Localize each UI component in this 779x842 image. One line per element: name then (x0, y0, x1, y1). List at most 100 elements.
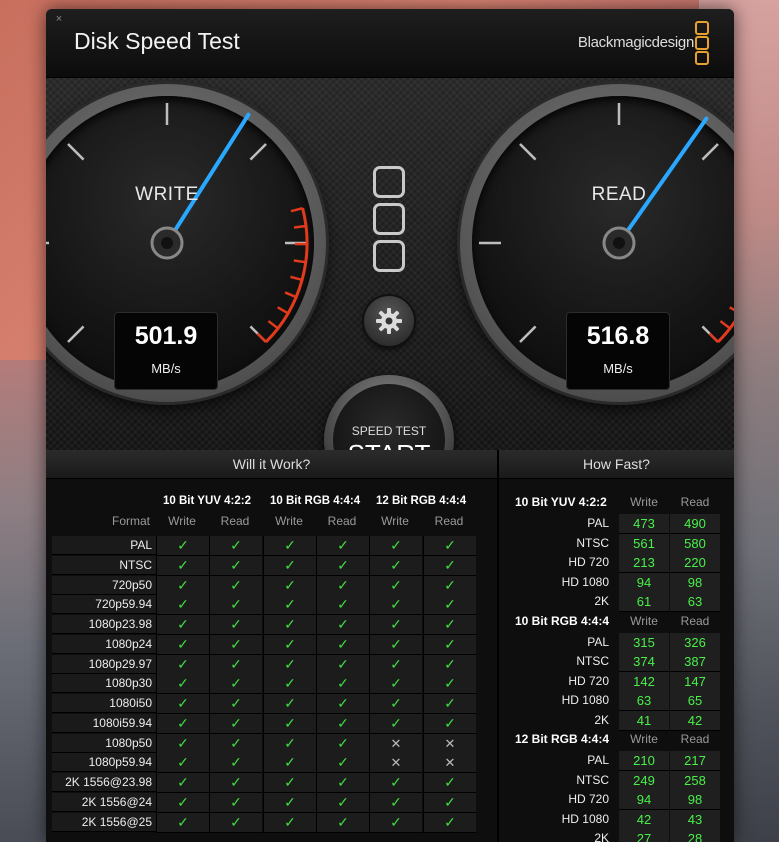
format-label: 1080p30 (52, 674, 156, 694)
gauge-redline-tick (719, 320, 731, 330)
format-label: 1080p24 (52, 634, 156, 654)
check-icon: ✓ (423, 536, 476, 556)
write-column-header: Write (630, 613, 658, 628)
check-icon: ✓ (156, 634, 209, 655)
write-column-header: Write (630, 495, 658, 509)
write-gauge-label: WRITE (135, 184, 199, 205)
read-speed-cell: 490 (670, 514, 720, 534)
check-icon: ✓ (263, 694, 316, 714)
check-icon: ✓ (369, 713, 422, 734)
gauge-redline-tick (290, 206, 303, 213)
check-icon: ✓ (263, 595, 316, 616)
check-icon: ✓ (263, 753, 316, 774)
check-icon: ✓ (209, 595, 262, 616)
read-speed-cell: 42 (670, 710, 720, 731)
read-speed-cell: 326 (670, 632, 720, 653)
table-row: 2K 1556@25 ✓ ✓ ✓ ✓ ✓ ✓ (52, 812, 482, 833)
speed-group-header: 10 Bit RGB 4:4:4 (515, 613, 610, 628)
format-label: HD 720 (568, 673, 609, 688)
read-speed-cell: 220 (670, 553, 720, 573)
check-icon: ✓ (316, 713, 369, 734)
check-icon: ✓ (423, 654, 476, 675)
check-icon: ✓ (423, 615, 476, 635)
read-column-header: Read (327, 514, 357, 528)
check-icon: ✓ (316, 615, 369, 635)
check-icon: ✓ (263, 615, 316, 635)
check-icon: ✓ (209, 536, 262, 556)
format-label: HD 720 (568, 555, 609, 569)
check-icon: ✓ (263, 792, 316, 813)
how-fast-table: 10 Bit YUV 4:2:2 Write Read PAL 473 490 NTSC 56… (499, 478, 734, 842)
table-row: 720p59.94 ✓ ✓ ✓ ✓ ✓ ✓ (52, 595, 482, 616)
table-row: PAL 473 490 (499, 514, 729, 534)
gauge-redline-tick (267, 320, 279, 330)
table-row: 1080i50 ✓ ✓ ✓ ✓ ✓ ✓ (52, 694, 482, 714)
gauge-redline-tick (729, 306, 734, 312)
check-icon: ✓ (423, 694, 476, 714)
check-icon: ✓ (209, 654, 262, 675)
format-label: 2K 1556@24 (52, 792, 156, 812)
check-icon: ✓ (316, 773, 369, 793)
check-icon: ✓ (263, 733, 316, 754)
check-icon: ✓ (209, 792, 262, 813)
check-icon: ✓ (263, 674, 316, 695)
settings-button[interactable] (364, 296, 414, 346)
check-icon: ✓ (316, 536, 369, 556)
read-speed-cell: 28 (670, 829, 720, 842)
check-icon: ✓ (369, 792, 422, 813)
gauge-tick (67, 143, 85, 161)
write-speed-cell: 94 (619, 572, 669, 593)
gauge-redline-tick (293, 224, 307, 229)
table-row: HD 720 213 220 (499, 553, 729, 573)
check-icon: ✓ (423, 812, 476, 833)
gauge-redline-arc (264, 207, 309, 344)
check-icon: ✓ (209, 773, 262, 793)
title-bar: × Disk Speed Test Blackmagicdesign (46, 9, 734, 78)
table-row: HD 1080 63 65 (499, 691, 729, 711)
check-icon: ✓ (209, 753, 262, 774)
table-row: HD 720 94 98 (499, 790, 729, 810)
gauge-redline-tick (708, 332, 719, 343)
will-it-work-header: Will it Work? (46, 450, 497, 479)
gauge-redline-tick (277, 306, 289, 315)
check-icon: ✓ (423, 634, 476, 655)
write-speed-cell: 249 (619, 770, 669, 791)
check-icon: ✓ (156, 694, 209, 714)
close-icon[interactable]: × (54, 14, 64, 25)
check-icon: ✓ (369, 615, 422, 635)
read-column-header: Read (680, 495, 710, 509)
check-icon: ✓ (156, 654, 209, 675)
format-label: 2K 1556@23.98 (52, 773, 156, 792)
check-icon: ✓ (209, 575, 262, 596)
check-icon: ✓ (369, 634, 422, 655)
format-label: 720p50 (52, 575, 156, 595)
read-speed-cell: 580 (670, 533, 720, 554)
table-row: 1080p50 ✓ ✓ ✓ ✓ ✕ ✕ (52, 733, 482, 754)
table-row: NTSC ✓ ✓ ✓ ✓ ✓ ✓ (52, 555, 482, 576)
write-speed-unit: MB/s (151, 361, 181, 376)
check-icon: ✓ (209, 694, 262, 714)
check-icon: ✓ (316, 654, 369, 675)
write-column-header: Write (275, 514, 303, 528)
table-row: 1080p59.94 ✓ ✓ ✓ ✓ ✕ ✕ (52, 753, 482, 774)
format-label: 1080i59.94 (52, 713, 156, 733)
read-readout: 516.8 MB/s (566, 312, 670, 390)
cross-icon: ✕ (369, 753, 422, 774)
check-icon: ✓ (263, 812, 316, 833)
format-label: PAL (52, 536, 156, 555)
check-icon: ✓ (156, 812, 209, 833)
read-speed-cell: 217 (670, 751, 720, 771)
check-icon: ✓ (263, 773, 316, 793)
gauge-redline-tick (293, 259, 306, 264)
write-gauge: WRITE 501.9 MB/s (46, 84, 326, 402)
check-icon: ✓ (423, 773, 476, 793)
speed-group-header: 10 Bit YUV 4:2:2 (515, 495, 607, 509)
table-row: 2K 1556@23.98 ✓ ✓ ✓ ✓ ✓ ✓ (52, 773, 482, 793)
check-icon: ✓ (316, 575, 369, 596)
table-row: 1080p24 ✓ ✓ ✓ ✓ ✓ ✓ (52, 634, 482, 655)
table-row: NTSC 561 580 (499, 533, 729, 554)
check-icon: ✓ (369, 575, 422, 596)
read-speed-cell: 43 (670, 809, 720, 830)
check-icon: ✓ (263, 634, 316, 655)
brand-name: Blackmagicdesign (577, 34, 694, 51)
